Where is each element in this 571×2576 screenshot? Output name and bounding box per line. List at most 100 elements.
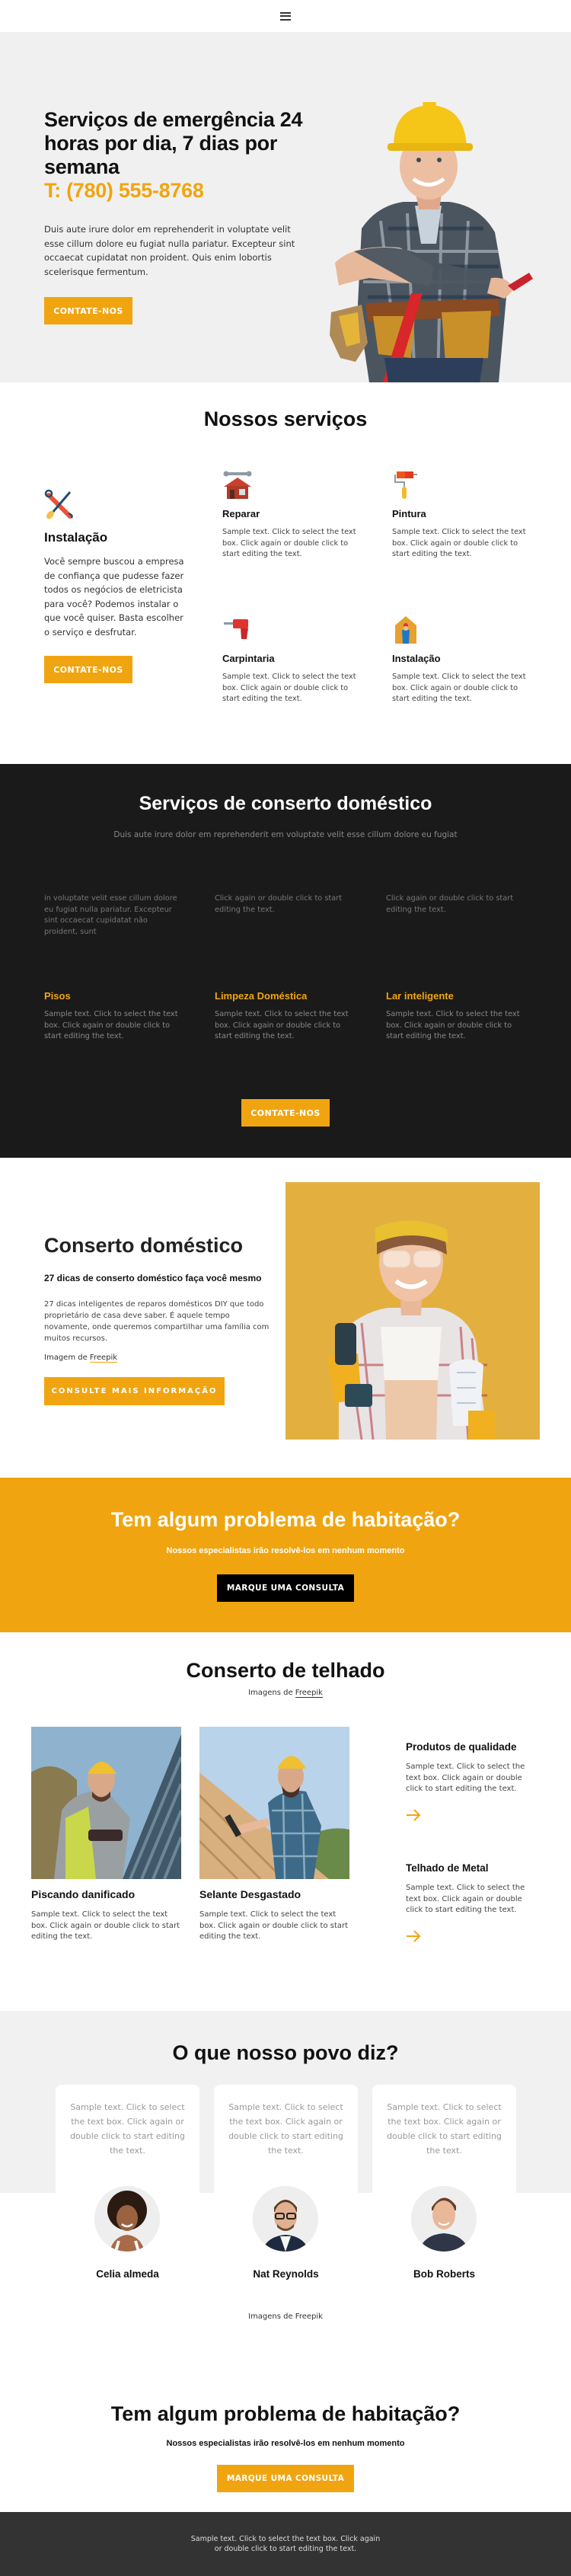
testimonial-card: Sample text. Click to select the text bo… [214, 2085, 358, 2193]
roof-title: Conserto de telhado [186, 1659, 385, 1682]
home-service-cleaning: Limpeza Doméstica Sample text. Click to … [215, 990, 352, 1043]
service-item-title: Instalação [392, 653, 441, 664]
home-repair-description: 27 dicas inteligentes de reparos domésti… [44, 1300, 270, 1343]
hero-contact-button[interactable]: CONTATE-NOS [44, 297, 132, 324]
paint-roller-icon [392, 470, 423, 500]
service-main-installation: Instalação Você sempre buscou a empresa … [44, 489, 189, 683]
home-services-top-text: in voluptate velit esse cillum dolore eu… [44, 894, 177, 936]
service-item-carpentry: Carpintaria Sample text. Click to select… [222, 615, 359, 705]
construction-worker-hardhat-photo [308, 99, 544, 382]
home-repair-subtitle: 27 dicas de conserto doméstico faça você… [44, 1273, 262, 1283]
service-item-installation: Instalação Sample text. Click to select … [392, 615, 529, 705]
home-service-description: Sample text. Click to select the text bo… [215, 1010, 349, 1040]
roof-feature-metal-roof: Telhado de Metal Sample text. Click to s… [406, 1862, 535, 1942]
testimonials-section: O que nosso povo diz? Sample text. Click… [0, 1996, 571, 2322]
home-service-description: Sample text. Click to select the text bo… [44, 1010, 178, 1040]
roof-feature-quality-products: Produtos de qualidade Sample text. Click… [406, 1741, 535, 1821]
roof-feature-title: Telhado de Metal [406, 1862, 489, 1874]
house-wrench-icon [222, 470, 253, 500]
cta-title: Tem algum problema de habitação? [110, 2402, 461, 2425]
site-footer: Sample text. Click to select the text bo… [0, 2512, 571, 2576]
housing-problem-banner: Tem algum problema de habitação? Nossos … [0, 1478, 571, 1632]
roof-card-description: Sample text. Click to select the text bo… [31, 1910, 180, 1941]
service-main-description: Você sempre buscou a empresa de confianç… [44, 556, 184, 638]
services-section: Nossos serviços Instalação Você sempre b… [0, 382, 571, 764]
service-item-description: Sample text. Click to select the text bo… [392, 673, 526, 703]
freepik-link[interactable]: Freepik [295, 1689, 323, 1698]
cta-subtitle: Nossos especialistas irão resolvê-los em… [166, 2439, 405, 2448]
roof-feature-description: Sample text. Click to select the text bo… [406, 1884, 525, 1914]
service-item-repair: Reparar Sample text. Click to select the… [222, 470, 359, 561]
service-item-title: Pintura [392, 508, 426, 519]
roof-card-title: Piscando danificado [31, 1888, 136, 1900]
home-repair-title: Conserto doméstico [44, 1234, 244, 1257]
testimonial-card: Sample text. Click to select the text bo… [56, 2085, 199, 2193]
roof-card-damaged-flashing: Piscando danificado Sample text. Click t… [31, 1727, 181, 1943]
testimonial-text: Sample text. Click to select the text bo… [387, 2102, 502, 2156]
site-header [0, 0, 571, 32]
roof-card-worn-sealant: Selante Desgastado Sample text. Click to… [199, 1727, 349, 1943]
testimonial-text: Sample text. Click to select the text bo… [70, 2102, 185, 2156]
hero-section: Serviços de emergência 24 horas por dia,… [0, 32, 571, 382]
hero-text-block: Serviços de emergência 24 horas por dia,… [44, 108, 303, 324]
testimonial-name: Nat Reynolds [253, 2268, 319, 2280]
woman-curly-hair-avatar [94, 2186, 160, 2252]
testimonial-card: Sample text. Click to select the text bo… [372, 2085, 516, 2193]
credit-prefix: Imagens de [248, 1689, 295, 1697]
home-service-title: Lar inteligente [386, 990, 454, 1002]
roof-feature-description: Sample text. Click to select the text bo… [406, 1763, 525, 1793]
services-title: Nossos serviços [203, 407, 368, 430]
service-item-title: Reparar [222, 508, 260, 519]
worker-drilling-metal-roof-photo [31, 1727, 181, 1879]
arrow-right-icon[interactable] [406, 1929, 421, 1942]
testimonials-title: O que nosso povo diz? [172, 2041, 399, 2064]
service-item-title: Carpintaria [222, 653, 275, 664]
hero-phone[interactable]: T: (780) 555-8768 [44, 179, 303, 203]
service-item-description: Sample text. Click to select the text bo… [222, 528, 356, 558]
hero-title: Serviços de emergência 24 horas por dia,… [44, 108, 303, 178]
service-item-description: Sample text. Click to select the text bo… [392, 528, 526, 558]
roof-card-title: Selante Desgastado [199, 1888, 301, 1900]
bottom-cta-section: Tem algum problema de habitação? Nossos … [0, 2320, 571, 2512]
home-services-top-text: Click again or double click to start edi… [215, 894, 343, 914]
woman-with-drill-photo [286, 1182, 540, 1440]
man-dark-shirt-avatar [411, 2186, 477, 2252]
arrow-right-icon[interactable] [406, 1808, 421, 1821]
home-service-smart-home: Lar inteligente Sample text. Click to se… [386, 990, 523, 1043]
home-services-contact-button[interactable]: CONTATE-NOS [241, 1099, 330, 1127]
testimonial-name: Celia almeda [96, 2268, 159, 2280]
worker-hammering-wood-roof-photo [199, 1727, 349, 1879]
crossed-tools-icon [44, 489, 75, 519]
hamburger-menu-icon[interactable] [280, 11, 291, 21]
services-contact-button[interactable]: CONTATE-NOS [44, 656, 132, 683]
roof-repair-section: Conserto de telhado Imagens de Freepik P… [0, 1632, 571, 1996]
home-service-title: Limpeza Doméstica [215, 990, 308, 1002]
testimonial-text: Sample text. Click to select the text bo… [228, 2102, 343, 2156]
image-credit: Imagens de Freepik [0, 1689, 571, 1698]
home-service-description: Sample text. Click to select the text bo… [386, 1010, 520, 1040]
home-services-title: Serviços de conserto doméstico [139, 793, 432, 814]
roof-card-description: Sample text. Click to select the text bo… [199, 1910, 349, 1941]
man-glasses-avatar [253, 2186, 318, 2252]
service-item-description: Sample text. Click to select the text bo… [222, 673, 356, 703]
home-service-floors: Pisos Sample text. Click to select the t… [44, 990, 181, 1043]
home-services-section: Serviços de conserto doméstico Duis aute… [0, 764, 571, 1158]
house-worker-icon [392, 615, 423, 645]
cta-book-consultation-button[interactable]: MARQUE UMA CONSULTA [217, 2465, 354, 2492]
book-consultation-button[interactable]: MARQUE UMA CONSULTA [217, 1574, 354, 1602]
home-repair-text: Conserto doméstico 27 dicas de conserto … [44, 1234, 273, 1405]
drill-icon [222, 615, 253, 645]
read-more-button[interactable]: CONSULTE MAIS INFORMAÇÃO [44, 1377, 225, 1405]
testimonial-name: Bob Roberts [413, 2268, 475, 2280]
service-item-painting: Pintura Sample text. Click to select the… [392, 470, 529, 561]
service-main-title: Instalação [44, 530, 108, 545]
banner-subtitle: Nossos especialistas irão resolvê-los em… [166, 1546, 405, 1555]
banner-title: Tem algum problema de habitação? [110, 1508, 461, 1531]
home-services-top-text: Click again or double click to start edi… [386, 894, 514, 914]
footer-text: Sample text. Click to select the text bo… [190, 2535, 381, 2553]
hero-description: Duis aute irure dolor em reprehenderit i… [44, 224, 295, 277]
home-services-subtitle: Duis aute irure dolor em reprehenderit e… [113, 830, 458, 839]
freepik-link[interactable]: Freepik [89, 1354, 118, 1363]
home-service-title: Pisos [44, 990, 71, 1002]
image-credit: Imagem de Freepik [44, 1354, 273, 1363]
